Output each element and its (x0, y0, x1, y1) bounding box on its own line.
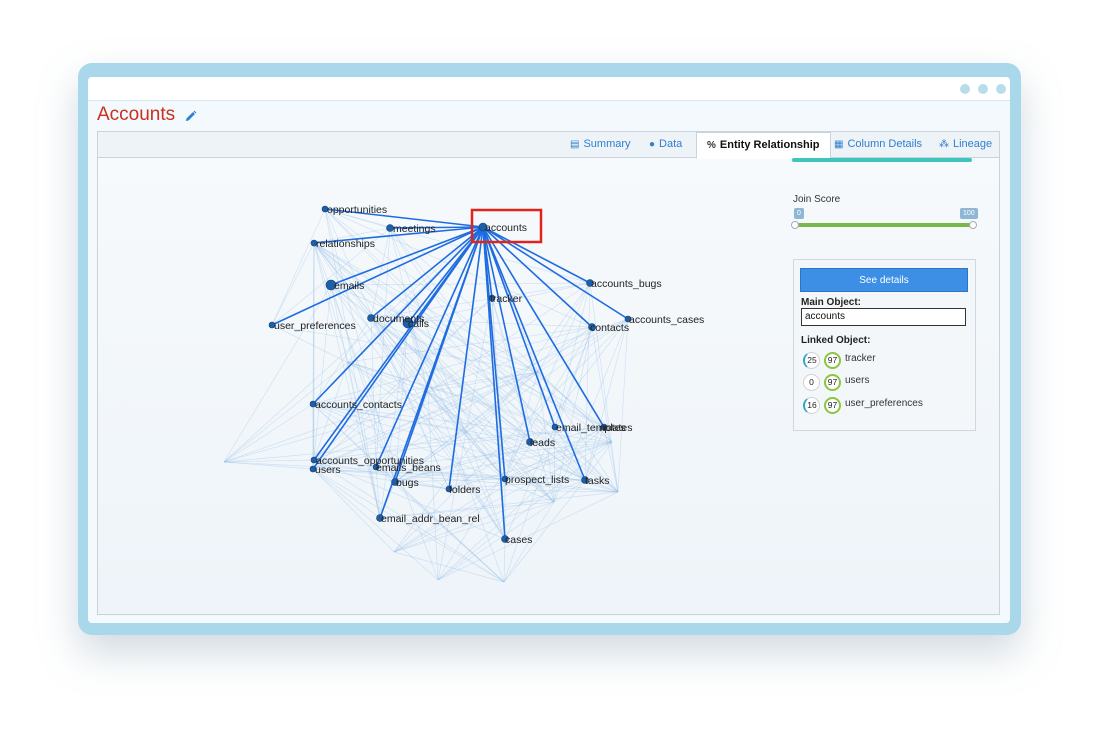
graph-node-label: user_preferences (274, 320, 356, 332)
details-panel: See details Main Object: accounts Linked… (793, 259, 976, 431)
graph-node-label: tasks (585, 475, 610, 487)
score-ring-b: 97 (824, 374, 841, 391)
join-score-max-handle[interactable] (969, 221, 977, 229)
background-edge (313, 242, 531, 443)
relationship-edge-user_preferences (271, 226, 484, 326)
main-object-field[interactable]: accounts (801, 308, 966, 326)
background-edge (617, 318, 629, 493)
pencil-icon[interactable] (185, 110, 197, 122)
join-score-min-handle[interactable] (791, 221, 799, 229)
app-window: Accounts ▤ Summary ● Data % Entity Relation… (88, 77, 1010, 623)
background-edge (591, 326, 619, 493)
join-score-label: Join Score (793, 194, 841, 205)
graph-node-label: users (315, 464, 341, 476)
graph-node-label: opportunities (327, 204, 387, 216)
graph-node-label: email_addr_bean_rel (381, 513, 480, 525)
top-slider-track[interactable] (792, 158, 972, 162)
content-panel: ▤ Summary ● Data % Entity Relationship ▦ Col… (97, 131, 1000, 615)
score-ring-b: 97 (824, 397, 841, 414)
tab-label: Lineage (953, 138, 993, 150)
graph-node-label: meetings (393, 223, 436, 235)
background-edge (223, 284, 332, 463)
see-details-button[interactable]: See details (800, 268, 968, 292)
graph-node-label: relationships (316, 238, 375, 250)
linked-object-name: tracker (845, 353, 876, 364)
graph-node-label: accounts_cases (629, 314, 704, 326)
background-edge (223, 403, 314, 463)
score-ring-b: 97 (824, 352, 841, 369)
background-edge (271, 242, 315, 326)
linked-object-name: user_preferences (845, 398, 923, 409)
browser-frame: Accounts ▤ Summary ● Data % Entity Relation… (78, 63, 1021, 635)
tab-column-details[interactable]: ▦ Column Details (834, 132, 922, 158)
background-edge (330, 282, 591, 286)
tab-lineage[interactable]: ⁂ Lineage (939, 132, 992, 158)
graph-node-label: folders (449, 484, 481, 496)
join-score-slider[interactable] (793, 223, 975, 227)
join-score-max: 100 (960, 208, 978, 219)
background-edge (589, 282, 619, 493)
hierarchy-icon: ⁂ (939, 139, 949, 150)
title-bar (88, 77, 1010, 101)
graph-node-label: emails_beans (376, 462, 441, 474)
graph-node-label: accounts_contacts (315, 399, 402, 411)
graph-node-label: bugs (396, 477, 419, 489)
page-title: Accounts (97, 104, 176, 125)
score-ring-a: 0 (803, 374, 820, 391)
graph-node-label: contacts (590, 322, 629, 334)
background-edge (491, 297, 531, 443)
graph-node-label: notes (600, 422, 626, 434)
entity-graph[interactable]: accounts opportunities meetings relationshi… (98, 132, 778, 616)
graph-node-label: prospect_lists (505, 474, 569, 486)
score-ring-a: 25 (803, 352, 820, 369)
graph-node-label: tracker (490, 293, 523, 305)
linked-object-label: Linked Object: (801, 335, 871, 346)
tab-label: Column Details (847, 138, 923, 150)
table-icon: ▦ (834, 139, 844, 150)
linked-object-name: users (845, 375, 870, 386)
graph-node-label: cases (505, 534, 532, 546)
graph-node-label: accounts_bugs (591, 278, 662, 290)
graph-node-label: leads (530, 437, 555, 449)
window-dot-icon (996, 84, 1006, 94)
background-edge (537, 282, 591, 373)
graph-node-label: accounts (485, 222, 527, 234)
graph-node-label: calls (408, 318, 429, 330)
background-edge (584, 318, 629, 481)
graph-node-label: emails (334, 280, 364, 292)
join-score-min: 0 (794, 208, 804, 219)
window-dot-icon (960, 84, 970, 94)
score-ring-a: 16 (803, 397, 820, 414)
main-object-label: Main Object: (801, 297, 862, 308)
window-dot-icon (978, 84, 988, 94)
